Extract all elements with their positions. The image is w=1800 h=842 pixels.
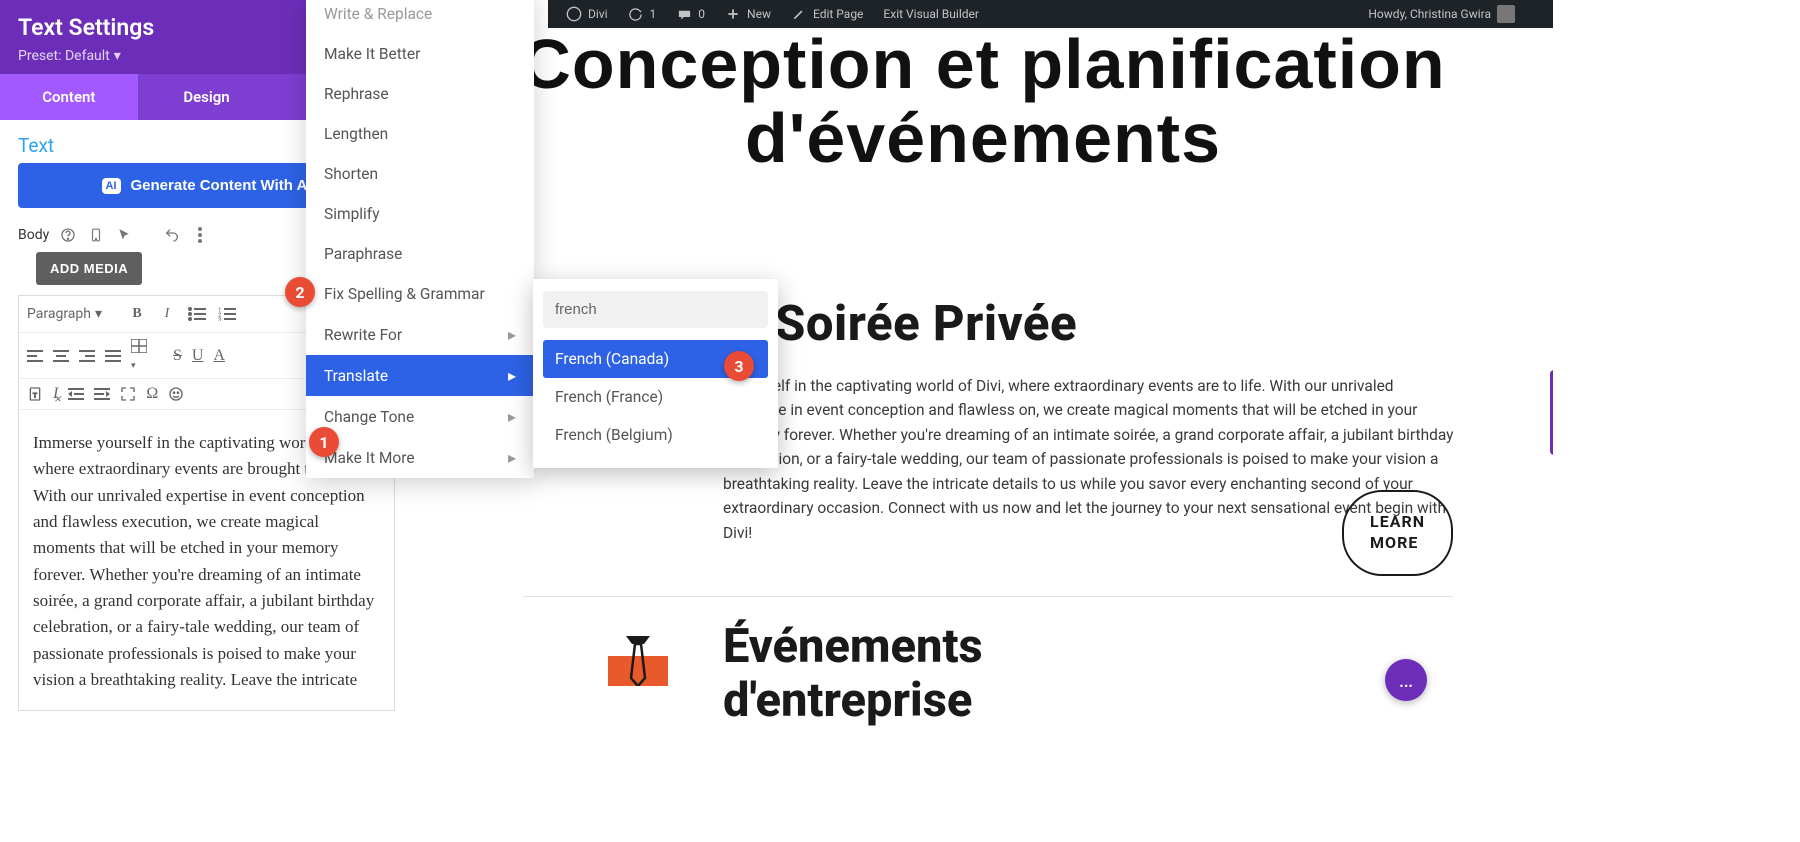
module-fab[interactable]: … <box>1385 659 1427 701</box>
generate-ai-label: Generate Content With AI <box>131 177 312 194</box>
adminbar-howdy: Howdy, Christina Gwira <box>1368 7 1491 21</box>
refresh-icon <box>628 6 644 22</box>
ai-write-replace[interactable]: Write & Replace <box>306 0 534 34</box>
format-select[interactable]: Paragraph ▾ <box>27 306 117 322</box>
phone-icon[interactable] <box>87 226 105 244</box>
table-icon[interactable]: ▾ <box>131 339 147 372</box>
lang-french-france[interactable]: French (France) <box>543 378 768 416</box>
chevron-down-icon: ▾ <box>114 48 121 64</box>
ai-make-better[interactable]: Make It Better <box>306 34 534 74</box>
divider <box>523 596 1453 597</box>
comment-icon <box>676 6 692 22</box>
hero-title: Conception et planification d'événements <box>433 28 1533 175</box>
add-media-button[interactable]: ADD MEDIA <box>36 252 142 285</box>
avatar <box>1497 5 1515 23</box>
event2-line1: Événements <box>723 620 983 674</box>
clear-format-icon[interactable]: I✕ <box>53 385 58 403</box>
body-label: Body <box>18 227 49 243</box>
ai-rewrite-for[interactable]: Rewrite For▸ <box>306 314 534 355</box>
align-right-icon[interactable] <box>79 350 95 362</box>
fullscreen-icon[interactable] <box>120 386 136 402</box>
adminbar-new[interactable]: New <box>715 0 781 28</box>
content-card: vi Soirée Privée e yourself in the capti… <box>723 295 1455 545</box>
ordered-list-icon[interactable]: 123 <box>217 304 237 324</box>
more-icon[interactable] <box>191 226 209 244</box>
chevron-right-icon: ▸ <box>508 448 516 467</box>
paste-text-icon[interactable]: T <box>27 386 43 402</box>
adminbar-user[interactable]: Howdy, Christina Gwira <box>1358 0 1525 28</box>
callout-badge-1: 1 <box>309 427 339 457</box>
strikethrough-icon[interactable]: S <box>173 347 182 365</box>
adminbar-edit-label: Edit Page <box>813 7 863 21</box>
adminbar-divi-label: Divi <box>588 7 608 21</box>
adminbar-exit-label: Exit Visual Builder <box>883 7 979 21</box>
help-icon[interactable] <box>59 226 77 244</box>
preset-selector[interactable]: Preset: Default ▾ <box>18 48 121 64</box>
bold-icon[interactable]: B <box>127 304 147 324</box>
undo-icon[interactable] <box>163 226 181 244</box>
wordpress-icon <box>566 6 582 22</box>
underline-icon[interactable]: U <box>192 347 204 365</box>
adminbar-exit-vb[interactable]: Exit Visual Builder <box>873 0 989 28</box>
chevron-right-icon: ▸ <box>508 366 516 385</box>
pencil-icon <box>791 6 807 22</box>
wp-admin-bar: Divi 1 0 New Edit Page Exit Visual Build… <box>548 0 1553 28</box>
editor-scrollbar[interactable] <box>1550 370 1553 455</box>
svg-text:T: T <box>33 391 37 399</box>
align-justify-icon[interactable] <box>105 350 121 362</box>
learn-more-button[interactable]: LEARN MORE <box>1342 490 1453 576</box>
ai-fix-spelling[interactable]: Fix Spelling & Grammar <box>306 274 534 314</box>
callout-badge-2: 2 <box>285 277 315 307</box>
tab-content[interactable]: Content <box>0 74 138 120</box>
adminbar-updates-count: 1 <box>650 7 657 21</box>
cursor-icon[interactable] <box>115 226 133 244</box>
ai-translate[interactable]: Translate▸ <box>306 355 534 396</box>
indent-right-icon[interactable] <box>94 388 110 400</box>
hero: Conception et planification d'événements <box>413 28 1553 175</box>
fab-label: … <box>1399 668 1414 693</box>
ai-make-more[interactable]: Make It More▸ <box>306 437 534 478</box>
tie-icon <box>608 636 668 686</box>
ai-shorten[interactable]: Shorten <box>306 154 534 194</box>
event2-title: Événements d'entreprise <box>723 620 983 728</box>
ai-paraphrase[interactable]: Paraphrase <box>306 234 534 274</box>
adminbar-new-label: New <box>747 7 771 21</box>
chevron-right-icon: ▸ <box>508 325 516 344</box>
ai-rephrase[interactable]: Rephrase <box>306 74 534 114</box>
format-select-label: Paragraph <box>27 306 91 322</box>
language-search-input[interactable] <box>543 291 768 328</box>
adminbar-updates[interactable]: 1 <box>618 0 667 28</box>
indent-left-icon[interactable] <box>68 388 84 400</box>
learn-line2: MORE <box>1370 533 1425 554</box>
unordered-list-icon[interactable] <box>187 304 207 324</box>
ai-badge-icon: AI <box>102 178 121 194</box>
plus-icon <box>725 6 741 22</box>
align-center-icon[interactable] <box>53 350 69 362</box>
adminbar-search[interactable] <box>1525 5 1545 23</box>
special-char-icon[interactable]: Ω <box>146 385 158 403</box>
event2-line2: d'entreprise <box>723 674 983 728</box>
ai-lengthen[interactable]: Lengthen <box>306 114 534 154</box>
svg-text:3: 3 <box>218 317 221 321</box>
italic-icon[interactable]: I <box>157 304 177 324</box>
ai-simplify[interactable]: Simplify <box>306 194 534 234</box>
preset-label: Preset: Default <box>18 48 110 64</box>
emoji-icon[interactable] <box>168 386 184 402</box>
chevron-right-icon: ▸ <box>508 407 516 426</box>
adminbar-comments-count: 0 <box>698 7 705 21</box>
ai-actions-menu: Write & Replace Make It Better Rephrase … <box>306 0 534 478</box>
callout-badge-3: 3 <box>724 351 754 381</box>
chevron-down-icon: ▾ <box>95 306 102 322</box>
card-title: vi Soirée Privée <box>723 295 1455 352</box>
lang-french-belgium[interactable]: French (Belgium) <box>543 416 768 454</box>
text-color-icon[interactable]: A <box>213 347 225 365</box>
tab-design[interactable]: Design <box>138 74 276 120</box>
ai-change-tone[interactable]: Change Tone▸ <box>306 396 534 437</box>
adminbar-edit[interactable]: Edit Page <box>781 0 873 28</box>
adminbar-divi[interactable]: Divi <box>556 0 618 28</box>
learn-line1: LEARN <box>1370 512 1425 533</box>
adminbar-comments[interactable]: 0 <box>666 0 715 28</box>
align-left-icon[interactable] <box>27 350 43 362</box>
